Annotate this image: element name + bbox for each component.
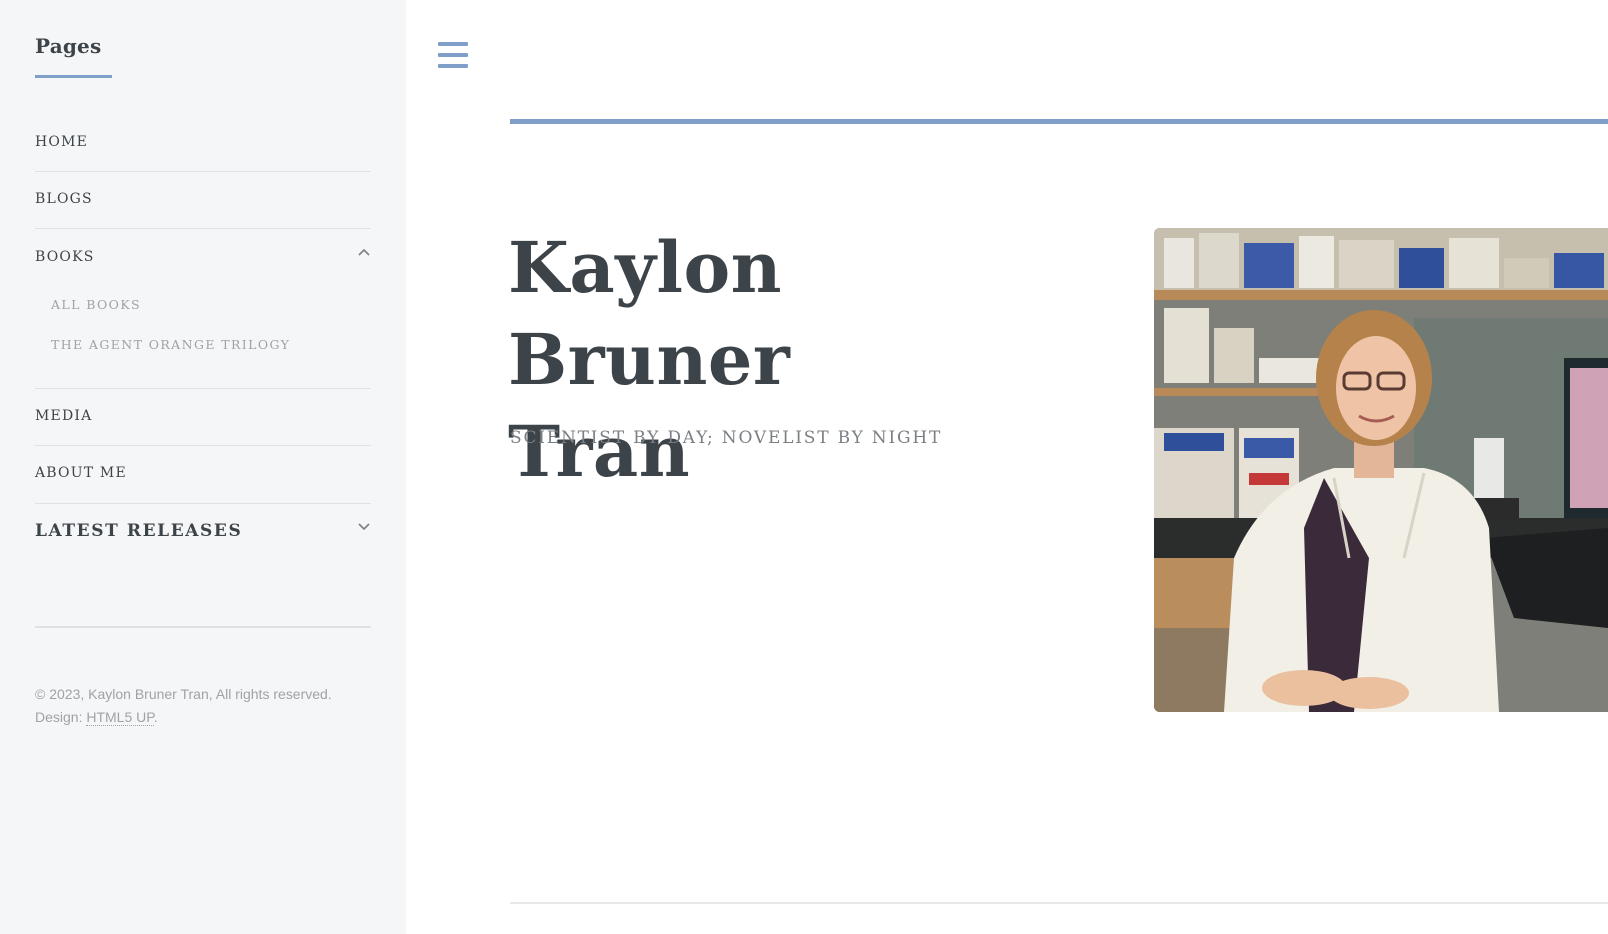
title-line-2: Tran xyxy=(508,410,691,493)
footer-divider xyxy=(35,626,371,628)
hamburger-icon[interactable] xyxy=(438,42,468,70)
sidebar: Pages HOME BLOGS BOOKS ALL BOOKS THE AGE… xyxy=(0,0,406,934)
title-line-1: Kaylon Bruner xyxy=(508,226,791,401)
nav-item-books[interactable]: BOOKS xyxy=(35,249,371,265)
html5up-link[interactable]: HTML5 UP xyxy=(86,709,154,726)
chevron-down-icon[interactable] xyxy=(357,519,371,533)
nav-item-blogs[interactable]: BLOGS xyxy=(35,191,371,207)
menu-heading-underline xyxy=(35,75,112,78)
footer-copyright: © 2023, Kaylon Bruner Tran, All rights r… xyxy=(35,683,371,729)
hamburger-bar xyxy=(438,53,468,57)
author-photo xyxy=(1154,228,1608,712)
copyright-text: © 2023, Kaylon Bruner Tran, All rights r… xyxy=(35,686,332,702)
nav-divider xyxy=(35,171,371,172)
bottom-divider xyxy=(510,902,1608,904)
nav-item-media[interactable]: MEDIA xyxy=(35,408,371,424)
author-photo-illustration xyxy=(1154,228,1608,712)
design-suffix: . xyxy=(153,709,158,725)
hamburger-bar xyxy=(438,64,468,68)
nav-divider xyxy=(35,503,371,504)
header-accent-rule xyxy=(510,119,1608,124)
hamburger-bar xyxy=(438,42,468,46)
nav-item-about-me[interactable]: ABOUT ME xyxy=(35,465,371,481)
chevron-up-icon[interactable] xyxy=(357,246,371,260)
latest-releases-toggle[interactable]: LATEST RELEASES xyxy=(35,521,242,541)
nav-subitem-all-books[interactable]: ALL BOOKS xyxy=(51,297,141,312)
design-prefix: Design: xyxy=(35,709,87,725)
nav-divider xyxy=(35,445,371,446)
nav-divider xyxy=(35,388,371,389)
nav-item-home[interactable]: HOME xyxy=(35,134,371,150)
design-credit: Design: HTML5 UP. xyxy=(35,706,371,729)
page-title: Kaylon Bruner Tran xyxy=(508,222,1068,498)
menu-heading: Pages xyxy=(35,34,102,58)
nav-divider xyxy=(35,228,371,229)
nav-subitem-agent-orange-trilogy[interactable]: THE AGENT ORANGE TRILOGY xyxy=(51,337,290,352)
page-subtitle: SCIENTIST BY DAY; NOVELIST BY NIGHT xyxy=(510,428,943,448)
